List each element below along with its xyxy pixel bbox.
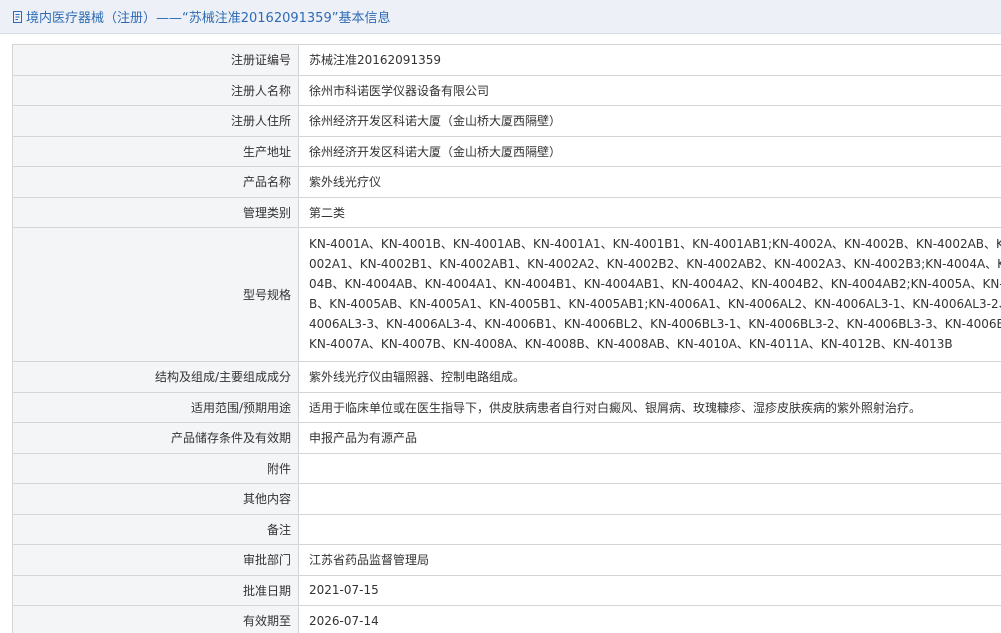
model-line: B、KN-4005AB、KN-4005A1、KN-4005B1、KN-4005A… bbox=[309, 297, 1001, 311]
row-value: 申报产品为有源产品 bbox=[298, 422, 1001, 454]
row-value: 2021-07-15 bbox=[298, 574, 1001, 606]
row-label: 其他内容 bbox=[12, 483, 299, 515]
table-row: 结构及组成/主要组成成分 紫外线光疗仪由辐照器、控制电路组成。 bbox=[12, 361, 1001, 393]
row-value: 适用于临床单位或在医生指导下，供皮肤病患者自行对白癜风、银屑病、玫瑰糠疹、湿疹皮… bbox=[298, 391, 1001, 423]
model-line: 002A1、KN-4002B1、KN-4002AB1、KN-4002A2、KN-… bbox=[309, 257, 1001, 271]
row-label: 结构及组成/主要组成成分 bbox=[12, 361, 299, 393]
table-row: 附件 bbox=[12, 452, 1001, 484]
page-title: 境内医疗器械（注册）——“苏械注准20162091359”基本信息 bbox=[26, 11, 391, 26]
row-label: 管理类别 bbox=[12, 196, 299, 228]
table-row: 管理类别 第二类 bbox=[12, 196, 1001, 228]
row-label: 型号规格 bbox=[12, 227, 299, 362]
row-label: 备注 bbox=[12, 513, 299, 545]
table-row: 产品名称 紫外线光疗仪 bbox=[12, 166, 1001, 198]
row-value: 徐州经济开发区科诺大厦（金山桥大厦西隔壁） bbox=[298, 135, 1001, 167]
row-value bbox=[298, 483, 1001, 515]
row-value bbox=[298, 452, 1001, 484]
table-row: 注册人住所 徐州经济开发区科诺大厦（金山桥大厦西隔壁） bbox=[12, 105, 1001, 137]
row-value: 2026-07-14 bbox=[298, 605, 1001, 633]
table-row: 注册证编号 苏械注准20162091359 bbox=[12, 44, 1001, 76]
row-label: 注册人住所 bbox=[12, 105, 299, 137]
table-row: 适用范围/预期用途 适用于临床单位或在医生指导下，供皮肤病患者自行对白癜风、银屑… bbox=[12, 391, 1001, 423]
table-row: 有效期至 2026-07-14 bbox=[12, 605, 1001, 633]
row-label: 产品储存条件及有效期 bbox=[12, 422, 299, 454]
row-value: 徐州市科诺医学仪器设备有限公司 bbox=[298, 74, 1001, 106]
row-value: 徐州经济开发区科诺大厦（金山桥大厦西隔壁） bbox=[298, 105, 1001, 137]
row-label: 附件 bbox=[12, 452, 299, 484]
model-line: KN-4001A、KN-4001B、KN-4001AB、KN-4001A1、KN… bbox=[309, 237, 1001, 251]
model-line: 4006AL3-3、KN-4006AL3-4、KN-4006B1、KN-4006… bbox=[309, 317, 1001, 331]
row-value: 江苏省药品监督管理局 bbox=[298, 544, 1001, 576]
row-value: 第二类 bbox=[298, 196, 1001, 228]
document-icon bbox=[13, 10, 22, 23]
row-label: 注册人名称 bbox=[12, 74, 299, 106]
row-label: 注册证编号 bbox=[12, 44, 299, 76]
table-row: 备注 bbox=[12, 513, 1001, 545]
table-row: 批准日期 2021-07-15 bbox=[12, 574, 1001, 606]
row-label: 批准日期 bbox=[12, 574, 299, 606]
row-label: 适用范围/预期用途 bbox=[12, 391, 299, 423]
page-header: 境内医疗器械（注册）——“苏械注准20162091359”基本信息 bbox=[0, 0, 1001, 34]
model-spec-row: 型号规格 KN-4001A、KN-4001B、KN-4001AB、KN-4001… bbox=[12, 227, 1001, 362]
row-value bbox=[298, 513, 1001, 545]
row-label: 产品名称 bbox=[12, 166, 299, 198]
info-table: 注册证编号 苏械注准20162091359 注册人名称 徐州市科诺医学仪器设备有… bbox=[12, 44, 1001, 633]
table-row: 审批部门 江苏省药品监督管理局 bbox=[12, 544, 1001, 576]
row-value: 紫外线光疗仪 bbox=[298, 166, 1001, 198]
row-value: 紫外线光疗仪由辐照器、控制电路组成。 bbox=[298, 361, 1001, 393]
table-row: 产品储存条件及有效期 申报产品为有源产品 bbox=[12, 422, 1001, 454]
model-line: 04B、KN-4004AB、KN-4004A1、KN-4004B1、KN-400… bbox=[309, 277, 1001, 291]
row-label: 审批部门 bbox=[12, 544, 299, 576]
model-line: KN-4007A、KN-4007B、KN-4008A、KN-4008B、KN-4… bbox=[309, 337, 953, 351]
model-spec-value: KN-4001A、KN-4001B、KN-4001AB、KN-4001A1、KN… bbox=[298, 227, 1001, 362]
row-value: 苏械注准20162091359 bbox=[298, 44, 1001, 76]
table-row: 生产地址 徐州经济开发区科诺大厦（金山桥大厦西隔壁） bbox=[12, 135, 1001, 167]
row-label: 生产地址 bbox=[12, 135, 299, 167]
table-row: 其他内容 bbox=[12, 483, 1001, 515]
table-row: 注册人名称 徐州市科诺医学仪器设备有限公司 bbox=[12, 74, 1001, 106]
row-label: 有效期至 bbox=[12, 605, 299, 633]
